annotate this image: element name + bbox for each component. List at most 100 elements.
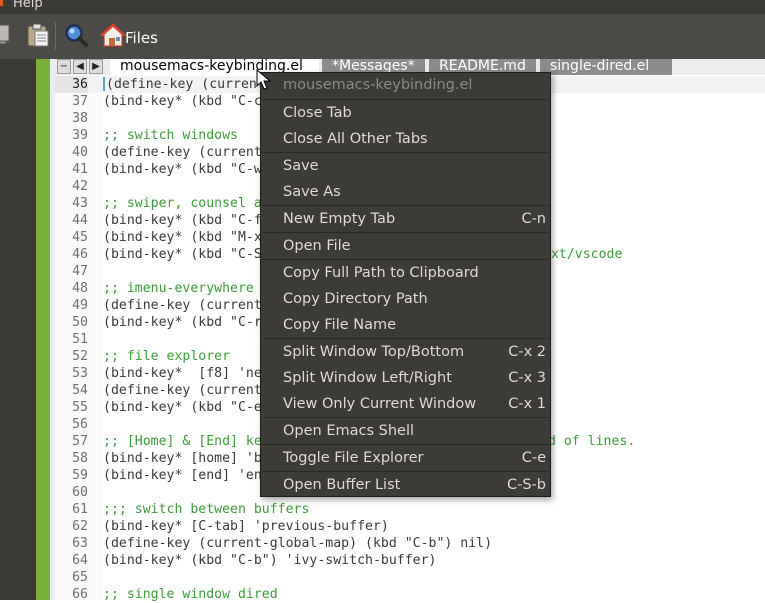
line-number: 66: [72, 587, 88, 602]
line-text: (bind-key* [f8] 'ne: [103, 366, 262, 381]
copy-icon[interactable]: [0, 22, 18, 48]
fringe-dark: [0, 59, 36, 600]
menu-item-shortcut: C-x 3: [508, 370, 546, 386]
line-text: (bind-key* (kbd "C-b") 'ivy-switch-buffe…: [103, 553, 437, 568]
line-text: (bind-key* [end] 'en: [103, 468, 262, 483]
line-number: 61: [72, 502, 88, 517]
menu-item-toggle-file-explorer[interactable]: Toggle File Explorer C-e: [261, 450, 550, 472]
line-text: (bind-key* (kbd "C-c: [103, 94, 262, 109]
menu-item-save[interactable]: Save: [261, 158, 550, 180]
toolbar-separator: [55, 22, 56, 50]
line-number: 59: [72, 468, 88, 483]
menu-item-label: Save: [283, 158, 319, 174]
menu-separator: [262, 471, 551, 472]
code-line[interactable]: 61 ;;; switch between buffers: [55, 501, 765, 518]
menu-item-copy-full-path-to-clipboard[interactable]: Copy Full Path to Clipboard: [261, 265, 550, 287]
line-number: 57: [72, 434, 88, 449]
code-line[interactable]: 65: [55, 569, 765, 586]
menu-item-label: Open Emacs Shell: [283, 423, 415, 439]
menu-separator: [262, 259, 551, 260]
line-text: (define-key (current-global-map) (kbd "C…: [103, 536, 493, 551]
mouse-pointer-icon: [256, 68, 272, 91]
line-number: 63: [72, 536, 88, 551]
line-number: 48: [72, 281, 88, 296]
tab-single-dired[interactable]: single-dired.el: [540, 59, 672, 75]
line-number: 51: [72, 332, 88, 347]
menu-item-label: Open Buffer List: [283, 477, 401, 493]
menu-item-close-all-other-tabs[interactable]: Close All Other Tabs: [261, 131, 550, 153]
code-line[interactable]: 64 (bind-key* (kbd "C-b") 'ivy-switch-buf…: [55, 552, 765, 569]
line-number: 55: [72, 400, 88, 415]
line-number: 53: [72, 366, 88, 381]
line-text: (bind-key* (kbd "C-r: [103, 315, 262, 330]
menu-separator: [262, 99, 551, 100]
menu-item-label: View Only Current Window: [283, 396, 477, 412]
code-line[interactable]: 62 (bind-key* [C-tab] 'previous-buffer): [55, 518, 765, 535]
menu-separator: [262, 205, 551, 206]
line-text: ;; [Home] & [End] ke: [103, 434, 262, 449]
code-line[interactable]: 63 (define-key (current-global-map) (kbd …: [55, 535, 765, 552]
menu-separator: [262, 338, 551, 339]
line-text-content: (define-key (current: [106, 77, 265, 92]
menu-item-shortcut: C-x 2: [508, 344, 546, 360]
menubar: Help: [0, 0, 765, 14]
line-number: 47: [72, 264, 88, 279]
line-text: (bind-key* (kbd "C-S: [103, 247, 262, 262]
menu-item-open-buffer-list[interactable]: Open Buffer List C-S-b: [261, 477, 550, 499]
tab-collapse-button[interactable]: −: [57, 59, 71, 74]
menu-separator: [262, 417, 551, 418]
line-number: 54: [72, 383, 88, 398]
line-text: (bind-key* (kbd "M-x: [103, 230, 262, 245]
line-text-tail: nd of lines.: [540, 434, 636, 449]
menu-item-close-tab[interactable]: Close Tab: [261, 105, 550, 127]
menu-item-split-window-top-bottom[interactable]: Split Window Top/Bottom C-x 2: [261, 344, 550, 366]
line-text: ;; file explorer: [103, 349, 231, 364]
line-number: 42: [72, 179, 88, 194]
menu-item-copy-file-name[interactable]: Copy File Name: [261, 317, 550, 339]
menu-item-shortcut: C-x 1: [508, 396, 546, 412]
line-text: (bind-key* (kbd "C-w: [103, 162, 262, 177]
line-number: 62: [72, 519, 88, 534]
line-number: 41: [72, 162, 88, 177]
menu-item-label: Copy File Name: [283, 317, 397, 333]
menu-item-shortcut: C-e: [521, 450, 546, 466]
home-icon[interactable]: [99, 22, 127, 48]
tab-context-menu: mousemacs-keybinding.el Close Tab Close Al…: [260, 72, 551, 497]
menu-help[interactable]: Help: [13, 0, 43, 11]
menu-separator: [262, 152, 551, 153]
menu-item-save-as[interactable]: Save As: [261, 184, 550, 206]
files-button[interactable]: Files: [125, 29, 158, 47]
line-number: 65: [72, 570, 88, 585]
line-text: (bind-key* (kbd "C-f: [103, 213, 262, 228]
line-text: (define-key (current: [103, 383, 262, 398]
line-number: 52: [72, 349, 88, 364]
menu-separator: [262, 444, 551, 445]
line-text: (bind-key* [C-tab] 'previous-buffer): [103, 519, 389, 534]
menu-item-view-only-current-window[interactable]: View Only Current Window C-x 1: [261, 396, 550, 418]
menu-item-copy-directory-path[interactable]: Copy Directory Path: [261, 291, 550, 313]
menu-item-label: Copy Full Path to Clipboard: [283, 265, 479, 281]
menu-item-split-window-left-right[interactable]: Split Window Left/Right C-x 3: [261, 370, 550, 392]
line-number: 40: [72, 145, 88, 160]
menu-item-label: Save As: [283, 184, 341, 200]
menu-item-shortcut: C-S-b: [507, 477, 546, 493]
line-number: 37: [72, 94, 88, 109]
line-text: ;; single window dired: [103, 587, 278, 602]
menu-item-label: Split Window Left/Right: [283, 370, 452, 386]
line-number: 38: [72, 111, 88, 126]
menu-item-new-empty-tab[interactable]: New Empty Tab C-n: [261, 211, 550, 233]
menu-item-open-file[interactable]: Open File: [261, 238, 550, 260]
menu-item-label: Toggle File Explorer: [283, 450, 424, 466]
tab-prev-button[interactable]: ◀: [73, 59, 87, 74]
line-number: 56: [72, 417, 88, 432]
search-icon[interactable]: [63, 22, 89, 48]
line-text: (define-key (current: [103, 145, 262, 160]
menu-item-open-emacs-shell[interactable]: Open Emacs Shell: [261, 423, 550, 445]
menu-header-filename: mousemacs-keybinding.el: [261, 77, 550, 97]
code-line[interactable]: 66 ;; single window dired: [55, 586, 765, 603]
line-text-tail: ext/vscode: [543, 247, 623, 262]
tab-next-button[interactable]: ▶: [89, 59, 103, 74]
paste-icon[interactable]: [26, 22, 52, 48]
line-number: 64: [72, 553, 88, 568]
menu-item-label: Close Tab: [283, 105, 352, 121]
